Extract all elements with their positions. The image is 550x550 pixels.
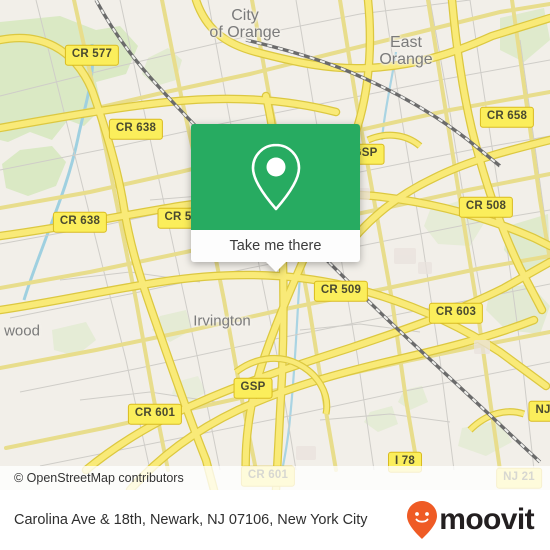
popup-action-footer[interactable]: Take me there	[191, 230, 360, 272]
map-attribution: © OpenStreetMap contributors	[0, 466, 550, 490]
bottom-info-bar: Carolina Ave & 18th, Newark, NJ 07106, N…	[0, 490, 550, 550]
route-shield-cr-508: CR 508	[458, 196, 514, 218]
moovit-map-screen: City of Orange East Orange Irvington wood C…	[0, 0, 550, 550]
take-me-there-label: Take me there	[229, 238, 322, 254]
route-shield-cr-603: CR 603	[428, 302, 484, 324]
attribution-text: © OpenStreetMap contributors	[14, 471, 184, 485]
route-shield-nj-right: NJ	[528, 400, 550, 422]
route-shield-cr-638-left: CR 638	[52, 211, 108, 233]
map-pin-icon	[251, 143, 300, 211]
moovit-pin-icon	[407, 501, 438, 539]
location-popup-card[interactable]: Take me there	[191, 124, 360, 272]
popup-image-placeholder	[191, 124, 360, 230]
map-canvas[interactable]: City of Orange East Orange Irvington wood C…	[0, 0, 550, 490]
address-label: Carolina Ave & 18th, Newark, NJ 07106, N…	[14, 511, 368, 528]
route-shield-cr-658: CR 658	[479, 106, 535, 128]
route-shield-cr-638-top: CR 638	[108, 118, 164, 140]
moovit-wordmark: moovit	[439, 503, 534, 536]
route-shield-gsp-bottom: GSP	[233, 377, 273, 399]
route-shield-cr-601-left: CR 601	[127, 403, 183, 425]
route-shield-cr-577: CR 577	[64, 44, 120, 66]
moovit-logo[interactable]: moovit	[407, 501, 540, 539]
popup-tail	[264, 261, 287, 272]
route-shield-cr-509: CR 509	[313, 280, 369, 302]
